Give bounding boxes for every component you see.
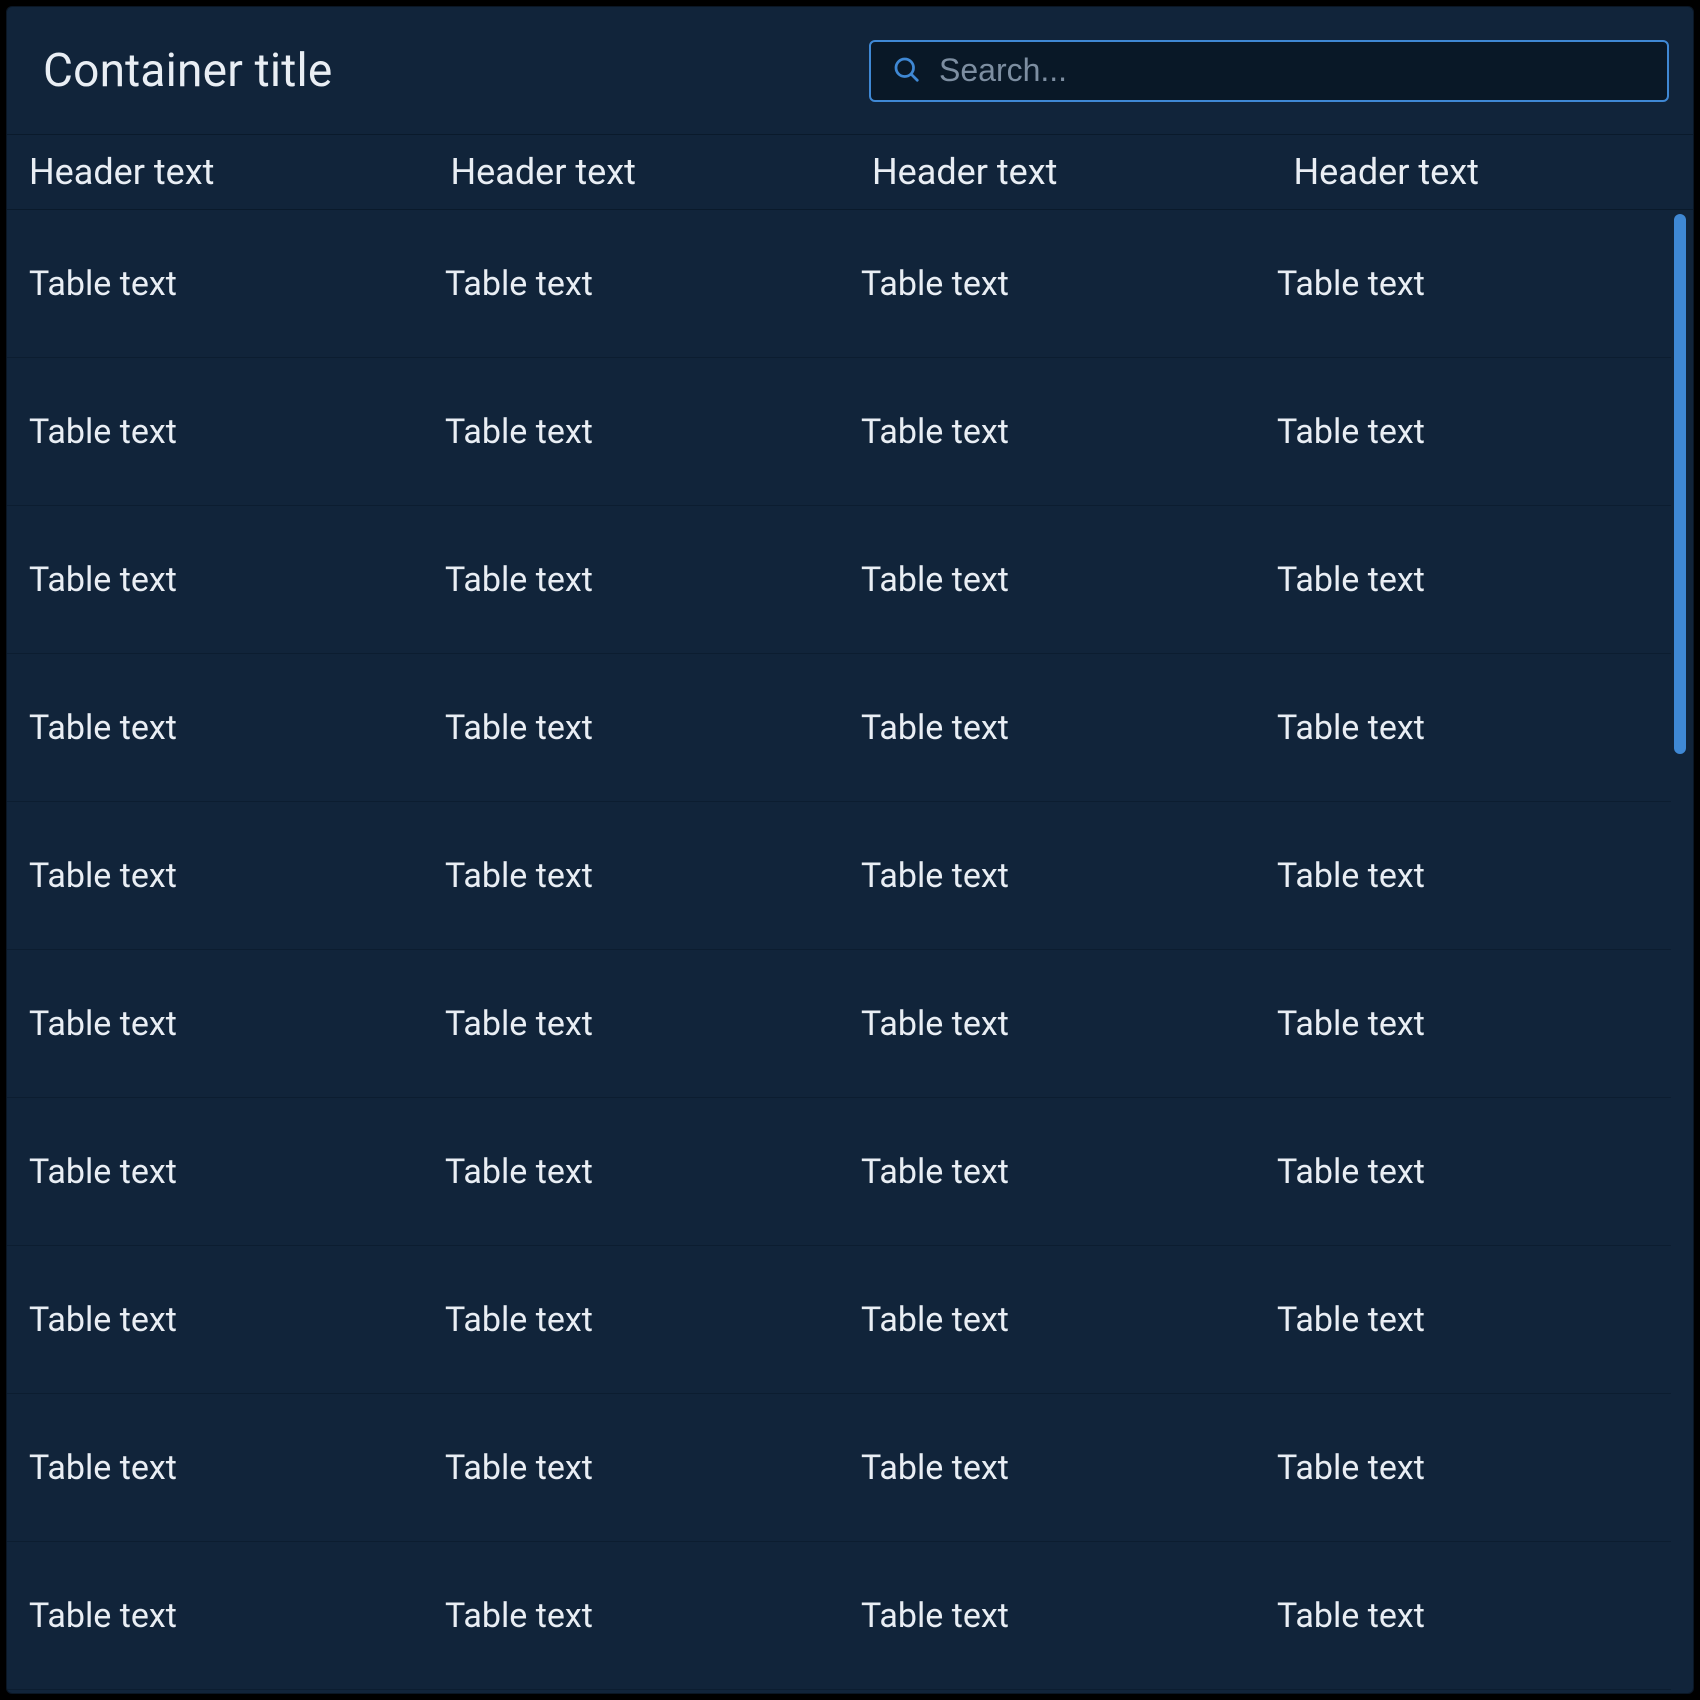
table-cell: Table text bbox=[7, 1300, 423, 1340]
table-row[interactable]: Table text Table text Table text Table t… bbox=[7, 654, 1671, 802]
table-cell: Table text bbox=[7, 1004, 423, 1044]
table-cell: Table text bbox=[423, 560, 839, 600]
table-cell: Table text bbox=[1255, 412, 1671, 452]
scrollbar-track[interactable] bbox=[1671, 210, 1689, 1693]
container: Container title Header text Header text … bbox=[6, 6, 1694, 1694]
table-cell: Table text bbox=[839, 1152, 1255, 1192]
table-cell: Table text bbox=[7, 412, 423, 452]
table-row[interactable]: Table text Table text Table text Table t… bbox=[7, 1394, 1671, 1542]
header-cell: Header text bbox=[7, 151, 429, 193]
table-row[interactable]: Table text Table text Table text Table t… bbox=[7, 802, 1671, 950]
scrollbar-thumb[interactable] bbox=[1674, 214, 1686, 754]
header-cell: Header text bbox=[1272, 151, 1694, 193]
table-cell: Table text bbox=[423, 412, 839, 452]
table-cell: Table text bbox=[423, 1152, 839, 1192]
table-cell: Table text bbox=[7, 1448, 423, 1488]
table-cell: Table text bbox=[1255, 1596, 1671, 1636]
table-cell: Table text bbox=[423, 1004, 839, 1044]
table-cell: Table text bbox=[839, 412, 1255, 452]
table-cell: Table text bbox=[1255, 1004, 1671, 1044]
table-row[interactable]: Table text Table text Table text Table t… bbox=[7, 1246, 1671, 1394]
table-cell: Table text bbox=[1255, 264, 1671, 304]
table-row[interactable]: Table text Table text Table text Table t… bbox=[7, 358, 1671, 506]
table-cell: Table text bbox=[7, 1596, 423, 1636]
table-cell: Table text bbox=[7, 560, 423, 600]
table-cell: Table text bbox=[7, 1152, 423, 1192]
table-row[interactable]: Table text Table text Table text Table t… bbox=[7, 210, 1671, 358]
table-cell: Table text bbox=[423, 1300, 839, 1340]
table-body: Table text Table text Table text Table t… bbox=[7, 210, 1693, 1693]
table-cell: Table text bbox=[423, 1448, 839, 1488]
search-input[interactable] bbox=[939, 52, 1647, 89]
search-field[interactable] bbox=[869, 40, 1669, 102]
table-cell: Table text bbox=[7, 264, 423, 304]
table-cell: Table text bbox=[839, 708, 1255, 748]
header-cell: Header text bbox=[429, 151, 851, 193]
table-row[interactable]: Table text Table text Table text Table t… bbox=[7, 950, 1671, 1098]
table-row[interactable]: Table text Table text Table text Table t… bbox=[7, 1098, 1671, 1246]
table-cell: Table text bbox=[1255, 1300, 1671, 1340]
table-cell: Table text bbox=[423, 708, 839, 748]
table-row[interactable]: Table text Table text Table text Table t… bbox=[7, 1542, 1671, 1690]
table-cell: Table text bbox=[839, 264, 1255, 304]
top-bar: Container title bbox=[7, 7, 1693, 134]
table-cell: Table text bbox=[839, 1004, 1255, 1044]
table-cell: Table text bbox=[423, 1596, 839, 1636]
table-cell: Table text bbox=[839, 560, 1255, 600]
table-cell: Table text bbox=[423, 856, 839, 896]
table-row[interactable]: Table text Table text Table text Table t… bbox=[7, 506, 1671, 654]
table-cell: Table text bbox=[1255, 1448, 1671, 1488]
table-rows: Table text Table text Table text Table t… bbox=[7, 210, 1671, 1693]
table-header-row: Header text Header text Header text Head… bbox=[7, 134, 1693, 210]
table-cell: Table text bbox=[1255, 1152, 1671, 1192]
table-cell: Table text bbox=[839, 1596, 1255, 1636]
search-icon bbox=[891, 54, 921, 88]
table-cell: Table text bbox=[1255, 560, 1671, 600]
table-cell: Table text bbox=[7, 856, 423, 896]
table-cell: Table text bbox=[839, 1300, 1255, 1340]
table-cell: Table text bbox=[1255, 708, 1671, 748]
table-cell: Table text bbox=[839, 856, 1255, 896]
table-cell: Table text bbox=[839, 1448, 1255, 1488]
table-cell: Table text bbox=[423, 264, 839, 304]
container-title: Container title bbox=[43, 44, 333, 98]
table-cell: Table text bbox=[7, 708, 423, 748]
header-cell: Header text bbox=[850, 151, 1272, 193]
table-cell: Table text bbox=[1255, 856, 1671, 896]
